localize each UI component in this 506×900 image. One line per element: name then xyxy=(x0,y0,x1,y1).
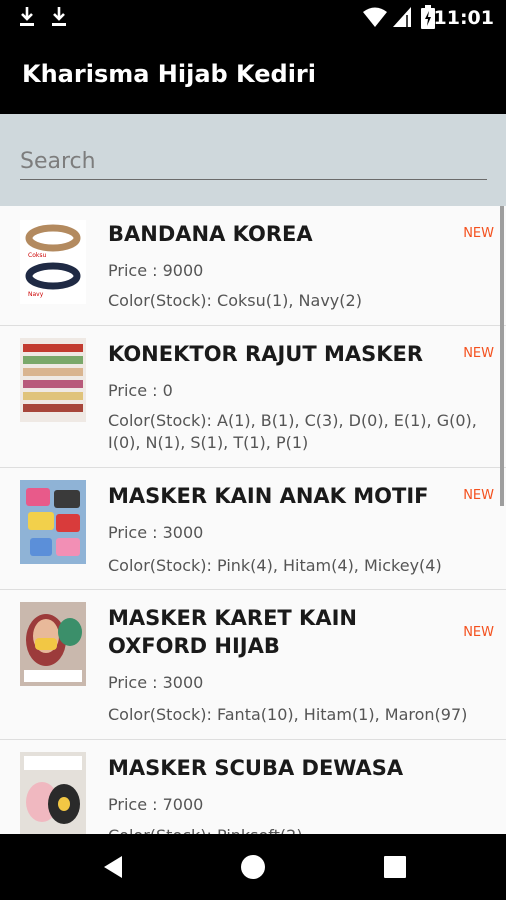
download-icon xyxy=(20,7,34,26)
svg-text:Coksu: Coksu xyxy=(28,252,46,259)
product-name: MASKER KARET KAIN OXFORD HIJAB xyxy=(108,606,357,658)
product-price: Price : 7000 xyxy=(108,795,204,814)
product-name: BANDANA KOREA xyxy=(108,222,313,246)
download-icon xyxy=(52,7,66,26)
product-colors: Color(Stock): Coksu(1), Navy(2) xyxy=(108,291,362,310)
search-input[interactable] xyxy=(20,144,487,180)
status-bar: 11:01 xyxy=(0,0,506,36)
app-bar: Kharisma Hijab Kediri xyxy=(0,36,506,114)
new-badge: NEW xyxy=(463,346,494,361)
product-thumbnail xyxy=(20,602,86,686)
list-item[interactable]: MASKER SCUBA DEWASA Price : 7000 Color(S… xyxy=(0,740,506,834)
app-title: Kharisma Hijab Kediri xyxy=(22,60,316,88)
product-price: Price : 0 xyxy=(108,381,173,400)
new-badge: NEW xyxy=(463,226,494,241)
signal-icon xyxy=(393,7,411,27)
list-item[interactable]: Coksu Navy BANDANA KOREA NEW Price : 900… xyxy=(0,206,506,326)
new-badge: NEW xyxy=(463,488,494,503)
product-colors: Color(Stock): Pink(4), Hitam(4), Mickey(… xyxy=(108,556,442,575)
home-icon[interactable] xyxy=(240,854,266,880)
new-badge: NEW xyxy=(463,625,494,640)
product-name: MASKER KAIN ANAK MOTIF xyxy=(108,484,429,508)
scrollbar[interactable] xyxy=(500,206,504,506)
svg-text:Navy: Navy xyxy=(28,291,44,298)
product-thumbnail xyxy=(20,480,86,564)
product-price: Price : 3000 xyxy=(108,673,204,692)
list-item[interactable]: MASKER KAIN ANAK MOTIF NEW Price : 3000 … xyxy=(0,468,506,590)
product-colors: Color(Stock): Fanta(10), Hitam(1), Maron… xyxy=(108,705,468,724)
clock: 11:01 xyxy=(433,7,494,29)
product-name: MASKER SCUBA DEWASA xyxy=(108,756,404,780)
product-colors: Color(Stock): A(1), B(1), C(3), D(0), E(… xyxy=(108,411,477,452)
product-thumbnail: Coksu Navy xyxy=(20,220,86,304)
product-price: Price : 3000 xyxy=(108,523,204,542)
back-icon[interactable] xyxy=(100,854,126,880)
search-area xyxy=(0,114,506,206)
list-item[interactable]: KONEKTOR RAJUT MASKER NEW Price : 0 Colo… xyxy=(0,326,506,468)
recents-icon[interactable] xyxy=(382,854,408,880)
product-price: Price : 9000 xyxy=(108,261,204,280)
list-item[interactable]: MASKER KARET KAIN OXFORD HIJAB NEW Price… xyxy=(0,590,506,740)
wifi-icon xyxy=(363,7,387,27)
navigation-bar xyxy=(0,834,506,900)
product-thumbnail xyxy=(20,752,86,834)
product-name: KONEKTOR RAJUT MASKER xyxy=(108,342,424,366)
product-colors: Color(Stock): Pinksoft(2) xyxy=(108,825,488,834)
product-thumbnail xyxy=(20,338,86,422)
product-list[interactable]: Coksu Navy BANDANA KOREA NEW Price : 900… xyxy=(0,206,506,834)
